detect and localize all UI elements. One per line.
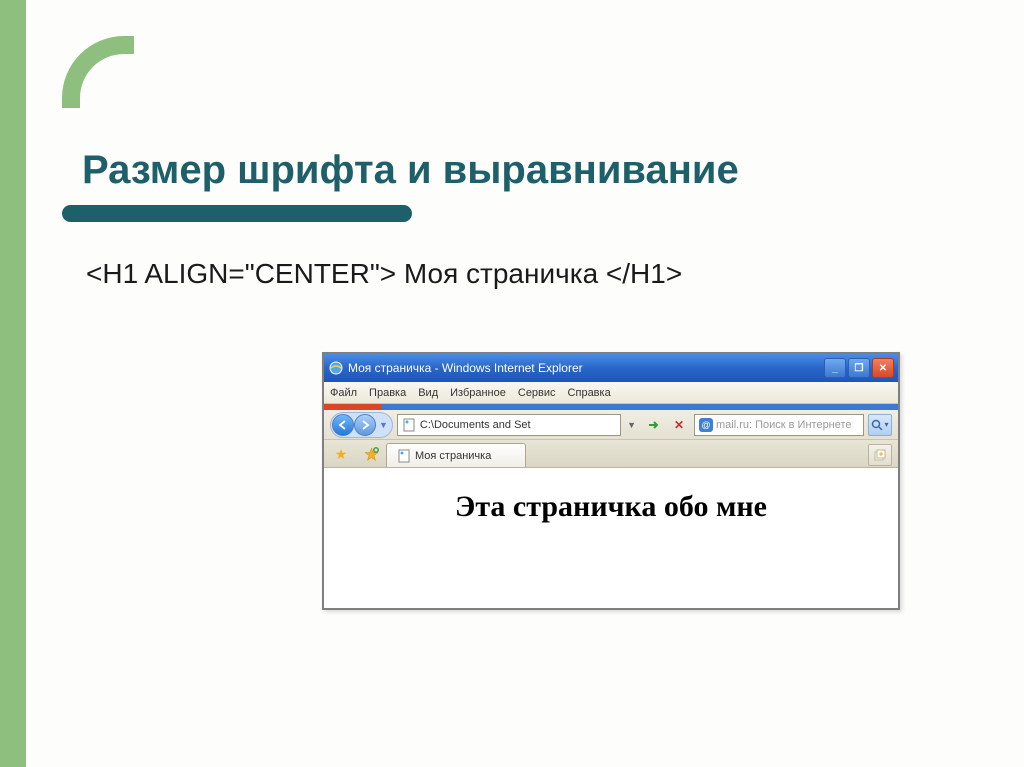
menubar: Файл Правка Вид Избранное Сервис Справка [324,382,898,404]
page-heading: Эта страничка обо мне [324,490,898,524]
stop-button[interactable]: ✕ [668,414,690,436]
favorites-star-icon[interactable]: ★ [330,443,352,465]
slide-corner-accent [62,36,134,108]
browser-content: Эта страничка обо мне [324,468,898,608]
tabs-bar: ★ Моя страничка [324,440,898,468]
window-controls: _ ❐ ✕ [824,358,894,378]
slide-left-border [0,0,26,767]
mailru-icon: @ [699,418,713,432]
search-button[interactable]: ▾ [868,414,892,436]
maximize-button[interactable]: ❐ [848,358,870,378]
menu-tools[interactable]: Сервис [518,387,556,399]
search-placeholder: mail.ru: Поиск в Интернете [716,419,852,431]
nav-toolbar: ▼ C:\Documents and Set ▼ ✕ @ mail.ru: По… [324,410,898,440]
new-tab-button[interactable] [868,444,892,466]
menu-view[interactable]: Вид [418,387,438,399]
tab-page-icon [397,449,411,463]
address-text: C:\Documents and Set [420,419,531,431]
menu-help[interactable]: Справка [568,387,611,399]
go-button[interactable] [642,414,664,436]
menu-file[interactable]: Файл [330,387,357,399]
window-title: Моя страничка - Windows Internet Explore… [348,361,824,375]
nav-buttons: ▼ [330,412,393,438]
minimize-button[interactable]: _ [824,358,846,378]
search-box[interactable]: @ mail.ru: Поиск в Интернете [694,414,864,436]
address-dropdown-icon[interactable]: ▼ [625,420,638,430]
search-dropdown-icon: ▾ [884,420,888,429]
back-button[interactable] [332,414,354,436]
menu-edit[interactable]: Правка [369,387,406,399]
tab-title: Моя страничка [415,450,491,462]
titlebar: Моя страничка - Windows Internet Explore… [324,354,898,382]
browser-tab[interactable]: Моя страничка [386,443,526,467]
code-example: <H1 ALIGN="CENTER"> Моя страничка </H1> [86,258,682,290]
title-underline [62,205,412,222]
forward-button[interactable] [354,414,376,436]
menu-favorites[interactable]: Избранное [450,387,506,399]
ie-icon [328,360,344,376]
page-icon [402,418,416,432]
add-favorite-icon[interactable] [360,443,382,465]
address-bar[interactable]: C:\Documents and Set [397,414,621,436]
slide-title: Размер шрифта и выравнивание [82,148,739,193]
nav-dropdown-icon[interactable]: ▼ [376,420,391,430]
browser-window: Моя страничка - Windows Internet Explore… [322,352,900,610]
close-button[interactable]: ✕ [872,358,894,378]
